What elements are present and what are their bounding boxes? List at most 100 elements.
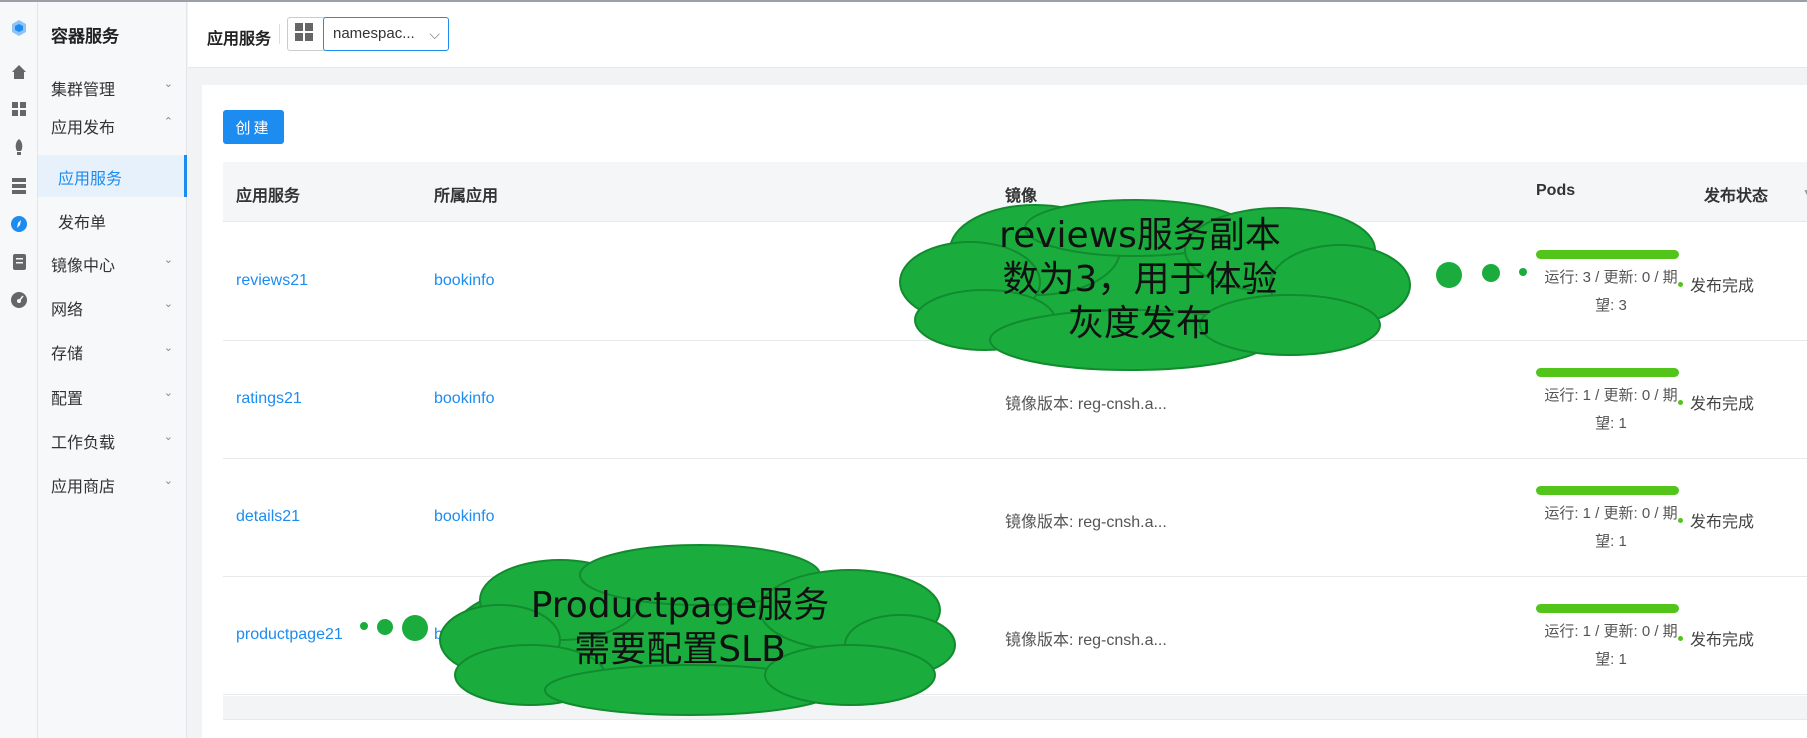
sidebar-item-release-order[interactable]: 发布单: [38, 199, 187, 239]
pods-progress-bar: [1536, 250, 1679, 259]
sidebar-item-label: 配置: [51, 391, 84, 408]
annotation-line: 需要配置SLB: [574, 629, 786, 670]
dashboard-icon[interactable]: [10, 100, 28, 118]
productpage-annotation-text: Productpage服务 需要配置SLB: [490, 584, 870, 672]
release-status-label: 发布完成: [1690, 396, 1755, 413]
table-footer: [223, 696, 1807, 720]
pods-status-text: 运行: 1 / 更新: 0 / 期望: 1: [1536, 382, 1686, 438]
sidebar-item-cluster-management[interactable]: 集群管理 ⌄: [38, 66, 187, 106]
status-dot-icon: [1678, 282, 1683, 288]
status-dot-icon: [1678, 636, 1683, 642]
sidebar: 容器服务 集群管理 ⌄ 应用发布 ⌃ 应用服务 发布单 镜像中心 ⌄ 网络 ⌄ …: [38, 2, 187, 738]
storage-list-icon[interactable]: [10, 177, 28, 195]
annotation-line: 数为3，用于体验: [1002, 259, 1278, 300]
release-status: 发布完成: [1678, 626, 1754, 650]
chevron-down-icon: ⌄: [163, 387, 173, 399]
sidebar-item-network[interactable]: 网络 ⌄: [38, 286, 187, 326]
release-status-label: 发布完成: [1690, 278, 1755, 295]
sidebar-item-storage[interactable]: 存储 ⌄: [38, 330, 187, 370]
pods-status-text: 运行: 3 / 更新: 0 / 期望: 3: [1536, 264, 1686, 320]
gauge-icon[interactable]: [10, 291, 28, 309]
document-icon[interactable]: [10, 253, 28, 271]
app-link[interactable]: bookinfo: [434, 626, 495, 644]
pods-line: 运行: 1 / 更新: 0 / 期: [1544, 623, 1678, 640]
service-link[interactable]: reviews21: [236, 272, 308, 290]
chevron-down-icon: ⌄: [163, 431, 173, 443]
pods-line: 望: 3: [1595, 297, 1627, 314]
compass-icon[interactable]: [10, 215, 28, 233]
status-dot-icon: [1678, 518, 1683, 524]
release-status-label: 发布完成: [1690, 632, 1755, 649]
table-header: 应用服务 所属应用 镜像 Pods 发布状态 ▼: [223, 162, 1807, 222]
app-link[interactable]: bookinfo: [434, 508, 495, 526]
service-link[interactable]: ratings21: [236, 390, 302, 408]
release-status-label: 发布完成: [1690, 514, 1755, 531]
chevron-down-icon: ⌄: [163, 254, 173, 266]
top-bar: 应用服务 namespac... ⌵: [188, 2, 1807, 68]
table-row: details21 bookinfo 镜像版本: reg-cnsh.a... 运…: [223, 459, 1807, 577]
sidebar-item-app-service[interactable]: 应用服务: [38, 155, 187, 197]
pods-status-text: 运行: 1 / 更新: 0 / 期望: 1: [1536, 618, 1686, 674]
grid-icon: [295, 23, 313, 41]
namespace-select-value: namespac...: [333, 25, 415, 42]
image-version: 镜像版本: reg-cnsh.a...: [1005, 632, 1167, 649]
image-version: 镜像版本: reg-cnsh.a...: [1005, 514, 1167, 531]
sidebar-item-label: 网络: [51, 302, 84, 319]
sidebar-item-label: 存储: [51, 346, 84, 363]
filter-icon[interactable]: ▼: [1802, 186, 1807, 200]
image-version: 镜像版本: reg-cnsh.a...: [1005, 396, 1167, 413]
sidebar-title: 容器服务: [51, 27, 119, 46]
pods-progress-bar: [1536, 368, 1679, 377]
chevron-down-icon: ⌄: [163, 298, 173, 310]
pods-line: 运行: 1 / 更新: 0 / 期: [1544, 387, 1678, 404]
pods-line: 运行: 3 / 更新: 0 / 期: [1544, 269, 1678, 286]
release-status: 发布完成: [1678, 508, 1754, 532]
release-status: 发布完成: [1678, 390, 1754, 414]
rocket-icon[interactable]: [10, 138, 28, 156]
sidebar-item-label: 应用商店: [51, 479, 116, 496]
annotation-line: 灰度发布: [1067, 303, 1212, 344]
container-service-logo-icon[interactable]: [10, 19, 28, 37]
pods-progress-bar: [1536, 486, 1679, 495]
column-header-image[interactable]: 镜像: [1005, 182, 1037, 206]
column-header-pods[interactable]: Pods: [1536, 182, 1575, 200]
sidebar-item-label: 集群管理: [51, 82, 116, 99]
pods-line: 望: 1: [1595, 415, 1627, 432]
app-link[interactable]: bookinfo: [434, 272, 495, 290]
create-button[interactable]: 创建: [223, 110, 284, 144]
sidebar-item-workload[interactable]: 工作负载 ⌄: [38, 419, 187, 459]
divider: [279, 24, 280, 44]
sidebar-item-config[interactable]: 配置 ⌄: [38, 375, 187, 415]
icon-rail: [0, 2, 38, 738]
table-row: ratings21 bookinfo 镜像版本: reg-cnsh.a... 运…: [223, 341, 1807, 459]
home-icon[interactable]: [10, 63, 28, 81]
column-header-app[interactable]: 所属应用: [434, 182, 498, 206]
pods-line: 望: 1: [1595, 651, 1627, 668]
chevron-down-icon: ⌄: [163, 475, 173, 487]
sidebar-item-label: 应用发布: [51, 120, 116, 137]
reviews-annotation-text: reviews服务副本 数为3，用于体验 灰度发布: [950, 214, 1330, 346]
status-dot-icon: [1678, 400, 1683, 406]
chevron-down-icon: ⌄: [163, 342, 173, 354]
pods-progress-bar: [1536, 604, 1679, 613]
column-header-service[interactable]: 应用服务: [236, 182, 300, 206]
chevron-down-icon: ⌄: [163, 78, 173, 90]
pods-status-text: 运行: 1 / 更新: 0 / 期望: 1: [1536, 500, 1686, 556]
namespace-select[interactable]: namespac... ⌵: [323, 17, 449, 51]
sidebar-item-app-store[interactable]: 应用商店 ⌄: [38, 463, 187, 503]
service-list-card: 创建 应用服务 所属应用 镜像 Pods 发布状态 ▼ reviews21 bo…: [202, 85, 1807, 738]
column-header-status[interactable]: 发布状态: [1704, 182, 1768, 206]
page-title: 应用服务: [207, 31, 272, 48]
sidebar-item-label: 工作负载: [51, 435, 116, 452]
service-link[interactable]: details21: [236, 508, 300, 526]
pods-line: 望: 1: [1595, 533, 1627, 550]
pods-line: 运行: 1 / 更新: 0 / 期: [1544, 505, 1678, 522]
sidebar-item-app-release[interactable]: 应用发布 ⌃: [38, 104, 187, 144]
sidebar-item-label: 发布单: [58, 215, 107, 232]
annotation-line: Productpage服务: [530, 585, 830, 626]
sidebar-item-label: 镜像中心: [51, 258, 116, 275]
sidebar-item-image-center[interactable]: 镜像中心 ⌄: [38, 242, 187, 282]
service-link[interactable]: productpage21: [236, 626, 343, 644]
app-link[interactable]: bookinfo: [434, 390, 495, 408]
sidebar-item-label: 应用服务: [58, 171, 123, 188]
